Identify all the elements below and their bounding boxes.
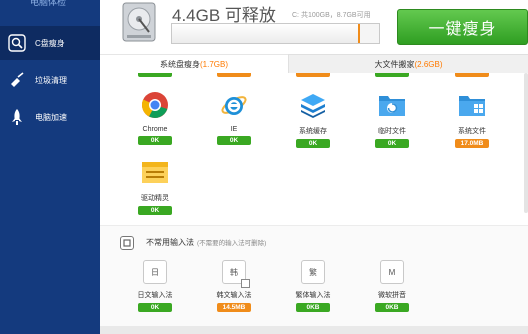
tab-size: (1.7GB) [199, 59, 228, 69]
size-badge: 14.5MB [217, 303, 251, 312]
sidebar-item-junk-clean[interactable]: 垃圾清理 [0, 63, 100, 97]
disk-capacity-text: C: 共100GB，8.7GB可用 [292, 12, 371, 19]
header: 4.4GB 可释放 C: 共100GB，8.7GB可用 一键瘦身 [100, 0, 528, 54]
sidebar-item-label: 垃圾清理 [35, 75, 67, 85]
ime-item-japanese[interactable]: 日 日文输入法 0K [125, 260, 185, 326]
size-badge: 0KB [375, 303, 409, 312]
item-name: 驱动精灵 [141, 195, 169, 202]
scrolled-badge [296, 73, 330, 77]
one-click-slim-button[interactable]: 一键瘦身 [397, 9, 528, 45]
item-name: IE [230, 126, 238, 133]
item-name: 系统文件 [458, 128, 486, 135]
layers-icon [298, 90, 328, 120]
sidebar: 电脑体检 C盘瘦身 垃圾清理 电脑加速 [0, 0, 100, 334]
disk-usage-fill [172, 24, 361, 43]
item-name: 微软拼音 [378, 292, 406, 299]
sidebar-item-c-slim[interactable]: C盘瘦身 [0, 26, 100, 60]
content-area: Chrome 0K IE 0K 系统缓存 0K 临时文件 0K 系统文件 17.… [100, 73, 528, 334]
driver-folder-icon [140, 157, 170, 187]
clean-item-ie[interactable]: IE 0K [204, 90, 264, 168]
tab-size: (2.6GB) [414, 59, 443, 69]
sidebar-top-label: 电脑体检 [30, 0, 67, 7]
ime-key-icon: M [380, 260, 404, 284]
ime-item-traditional[interactable]: 繁 繁体输入法 0KB [283, 260, 343, 326]
item-name: Chrome [142, 126, 168, 133]
tab-bar: 系统盘瘦身 (1.7GB) 大文件搬家 (2.6GB) [100, 54, 528, 73]
sidebar-item-speedup[interactable]: 电脑加速 [0, 100, 100, 134]
size-badge: 0K [138, 206, 172, 215]
ime-section-title: 不常用输入法 (不需要的输入法可删除) [146, 237, 266, 248]
clean-item-driver-genius[interactable]: 驱动精灵 0K [125, 157, 185, 235]
clean-item-system-files[interactable]: 系统文件 17.0MB [442, 90, 502, 168]
tab-label: 大文件搬家 [374, 59, 415, 69]
ime-key-icon: 繁 [301, 260, 325, 284]
item-name: 日文输入法 [137, 292, 173, 299]
hard-disk-icon [122, 2, 156, 42]
sidebar-item-label: 电脑加速 [35, 112, 67, 122]
chrome-icon [140, 90, 170, 120]
size-badge: 0K [375, 139, 409, 148]
item-name: 系统缓存 [299, 128, 327, 135]
sidebar-item-label: C盘瘦身 [35, 38, 65, 48]
size-badge: 0KB [296, 303, 330, 312]
ime-subtitle: (不需要的输入法可删除) [197, 240, 267, 247]
disk-slim-icon [8, 34, 26, 52]
ime-item-korean[interactable]: 韩 韩文输入法 14.5MB [204, 260, 264, 326]
scrolled-badge [217, 73, 251, 77]
ime-key-label: 韩 [230, 267, 238, 277]
tab-label: 系统盘瘦身 [159, 59, 200, 69]
size-badge: 0K [138, 136, 172, 145]
tab-system-slim[interactable]: 系统盘瘦身 (1.7GB) [100, 54, 288, 73]
item-name: 韩文输入法 [216, 292, 252, 299]
bottom-strip [100, 326, 528, 334]
broom-icon [8, 71, 26, 89]
temp-folder-icon [377, 90, 407, 120]
tab-big-file-move[interactable]: 大文件搬家 (2.6GB) [288, 54, 528, 73]
ime-key-icon: 韩 [222, 260, 250, 288]
rocket-icon [8, 108, 26, 126]
scrolled-badge [375, 73, 409, 77]
ime-title: 不常用输入法 [146, 238, 194, 247]
item-name: 繁体输入法 [295, 292, 331, 299]
clean-item-temp-files[interactable]: 临时文件 0K [362, 90, 422, 168]
select-checkbox[interactable] [241, 279, 250, 288]
scrollbar[interactable] [524, 73, 528, 213]
disk-usage-bar [171, 23, 380, 44]
keyboard-section-icon [120, 236, 134, 250]
ie-icon [219, 90, 249, 120]
size-badge: 0K [138, 303, 172, 312]
clean-item-system-cache[interactable]: 系统缓存 0K [283, 90, 343, 168]
item-name: 临时文件 [378, 128, 406, 135]
ime-item-ms-pinyin[interactable]: M 微软拼音 0KB [362, 260, 422, 326]
system-folder-icon [457, 90, 487, 120]
size-badge: 0K [217, 136, 251, 145]
scrolled-badge [455, 73, 489, 77]
scrolled-badge [138, 73, 172, 77]
ime-key-icon: 日 [143, 260, 167, 284]
size-badge: 17.0MB [455, 139, 489, 148]
size-badge: 0K [296, 139, 330, 148]
